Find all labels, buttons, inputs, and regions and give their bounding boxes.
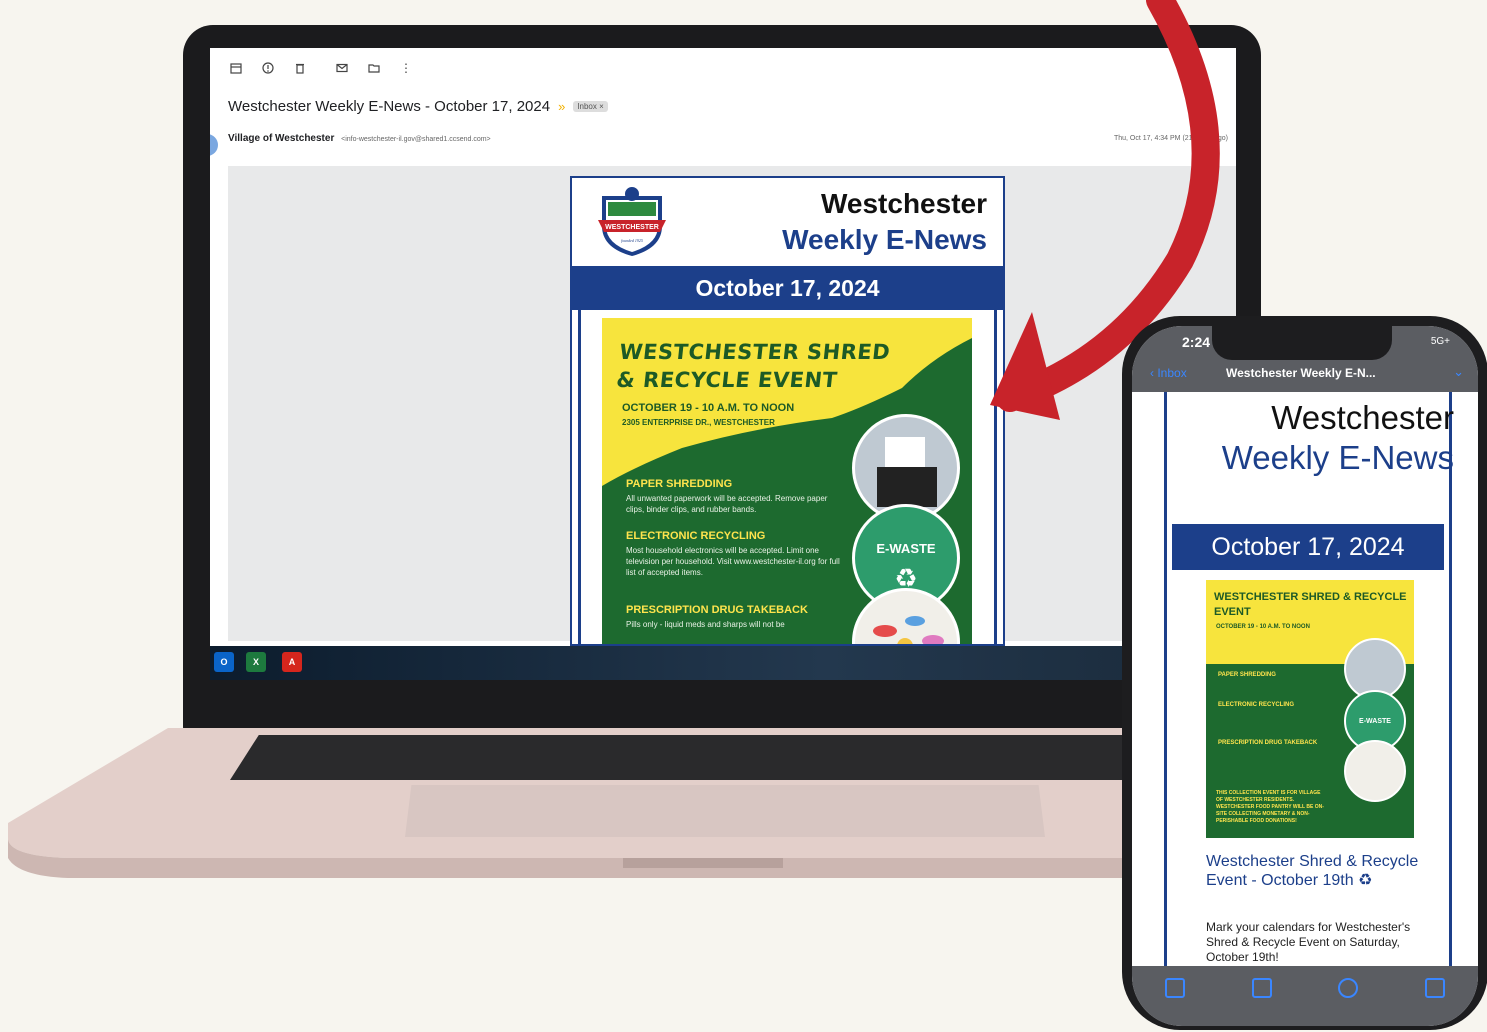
flyer-section-paper: PAPER SHREDDING All unwanted paperwork w… (626, 478, 846, 515)
flyer-section-electronic: ELECTRONIC RECYCLING Most household elec… (626, 530, 846, 578)
email-subject: Westchester Weekly E-News - October 17, … (228, 98, 551, 115)
report-spam-icon[interactable] (260, 60, 276, 76)
flyer-section-text: All unwanted paperwork will be accepted.… (626, 494, 828, 514)
newsletter-rail-right (994, 310, 997, 644)
phone-notch (1212, 326, 1392, 360)
reply-icon[interactable] (1338, 978, 1359, 998)
flyer-section-drugs: PRESCRIPTION DRUG TAKEBACK Pills only - … (626, 604, 846, 630)
email-date: Thu, Oct 17, 4:34 PM (21 hours ago) (1113, 135, 1228, 142)
excel-icon[interactable]: X (246, 652, 266, 672)
flyer-where: 2305 ENTERPRISE DR., WESTCHESTER (622, 418, 775, 427)
delete-icon[interactable] (292, 60, 308, 76)
flyer-heading-line2: & RECYCLE EVENT (615, 368, 839, 392)
phone-flyer-section: PRESCRIPTION DRUG TAKEBACK (1218, 740, 1318, 746)
outlook-icon[interactable]: O (214, 652, 234, 672)
phone-rail-left (1164, 392, 1167, 992)
shred-recycle-flyer[interactable]: WESTCHESTER SHRED & RECYCLE EVENT OCTOBE… (602, 318, 972, 644)
phone-flyer[interactable]: WESTCHESTER SHRED & RECYCLE EVENT OCTOBE… (1206, 580, 1414, 838)
archive-icon[interactable] (228, 60, 244, 76)
phone-flyer-footer: THIS COLLECTION EVENT IS FOR VILLAGE OF … (1216, 790, 1324, 824)
email-toolbar: ⋮ (228, 60, 414, 76)
taskbar: O X A (210, 646, 1236, 680)
phone-screen: 2:24 5G+ ‹ Inbox Westchester Weekly E-N.… (1132, 326, 1478, 1026)
compose-icon[interactable] (1424, 978, 1445, 998)
newsletter: WESTCHESTER founded 1925 Westchester Wee… (570, 176, 1005, 646)
story-title-link[interactable]: Westchester Shred & Recycle Event - Octo… (1206, 852, 1426, 890)
acrobat-icon[interactable]: A (282, 652, 302, 672)
flyer-section-title: PAPER SHREDDING (626, 478, 733, 490)
laptop-screen: ⋮ Westchester Weekly E-News - October 17… (210, 48, 1236, 680)
phone-signal: 5G+ (1430, 336, 1450, 347)
phone-newsletter: Westchester Weekly E-News October 17, 20… (1158, 392, 1458, 992)
phone-flyer-section: ELECTRONIC RECYCLING (1218, 702, 1295, 708)
phone-flyer-section: PAPER SHREDDING (1218, 672, 1276, 678)
phone-flyer-when: OCTOBER 19 - 10 A.M. TO NOON (1216, 624, 1310, 630)
phone-time: 2:24 (1182, 334, 1211, 350)
phone-rail-right (1449, 392, 1452, 992)
phone-email-subject: Westchester Weekly E-N... (1226, 366, 1376, 380)
chevron-down-icon[interactable]: ⌄ (1453, 364, 1464, 380)
avatar[interactable] (210, 134, 218, 156)
newsletter-rail-left (578, 310, 581, 644)
email-subject-row: Westchester Weekly E-News - October 17, … (228, 98, 608, 115)
ewaste-label: E-WASTE (876, 541, 936, 556)
newsletter-date-band: October 17, 2024 (572, 266, 1003, 310)
back-label: Inbox (1157, 366, 1187, 380)
flyer-heading: WESTCHESTER SHRED & RECYCLE EVENT (615, 338, 892, 394)
newsletter-title-line1: Westchester (820, 188, 987, 219)
flyer-section-title: PRESCRIPTION DRUG TAKEBACK (626, 604, 808, 616)
archive-icon[interactable] (1165, 978, 1186, 998)
phone-title-line1: Westchester (1271, 399, 1454, 436)
flyer-heading-line1: WESTCHESTER SHRED (618, 340, 892, 364)
sender-email: <info-westchester-il.gov@shared1.ccsend.… (341, 136, 491, 143)
phone-pills-photo (1344, 740, 1406, 802)
phone-title-line2: Weekly E-News (1221, 439, 1454, 476)
phone-flyer-heading: WESTCHESTER SHRED & RECYCLE EVENT (1214, 591, 1407, 618)
logo-subtitle: founded 1925 (621, 238, 643, 243)
phone-date-band: October 17, 2024 (1172, 524, 1444, 570)
story-text: Mark your calendars for Westchester's Sh… (1206, 920, 1411, 964)
sender-name[interactable]: Village of Westchester (228, 133, 334, 144)
back-to-inbox-link[interactable]: ‹ Inbox (1150, 366, 1187, 380)
flyer-section-text: Most household electronics will be accep… (626, 546, 840, 577)
important-marker-icon[interactable]: » (558, 99, 565, 114)
logo-wordmark: WESTCHESTER (605, 224, 659, 231)
keyboard[interactable] (230, 735, 1190, 780)
inbox-label-chip[interactable]: Inbox × (573, 101, 608, 112)
sender-row: Village of Westchester <info-westchester… (228, 133, 491, 144)
move-to-icon[interactable] (366, 60, 382, 76)
mark-unread-icon[interactable] (334, 60, 350, 76)
folder-icon[interactable] (1251, 978, 1272, 998)
flyer-section-text: Pills only - liquid meds and sharps will… (626, 620, 785, 629)
phone-bottom-toolbar (1132, 966, 1478, 1026)
westchester-logo: WESTCHESTER founded 1925 (598, 187, 666, 256)
flyer-section-title: ELECTRONIC RECYCLING (626, 530, 766, 542)
more-options-icon[interactable]: ⋮ (398, 60, 414, 76)
flyer-when: OCTOBER 19 - 10 A.M. TO NOON (622, 402, 795, 414)
newsletter-title-line2: Weekly E-News (782, 224, 987, 255)
trackpad[interactable] (405, 785, 1045, 837)
